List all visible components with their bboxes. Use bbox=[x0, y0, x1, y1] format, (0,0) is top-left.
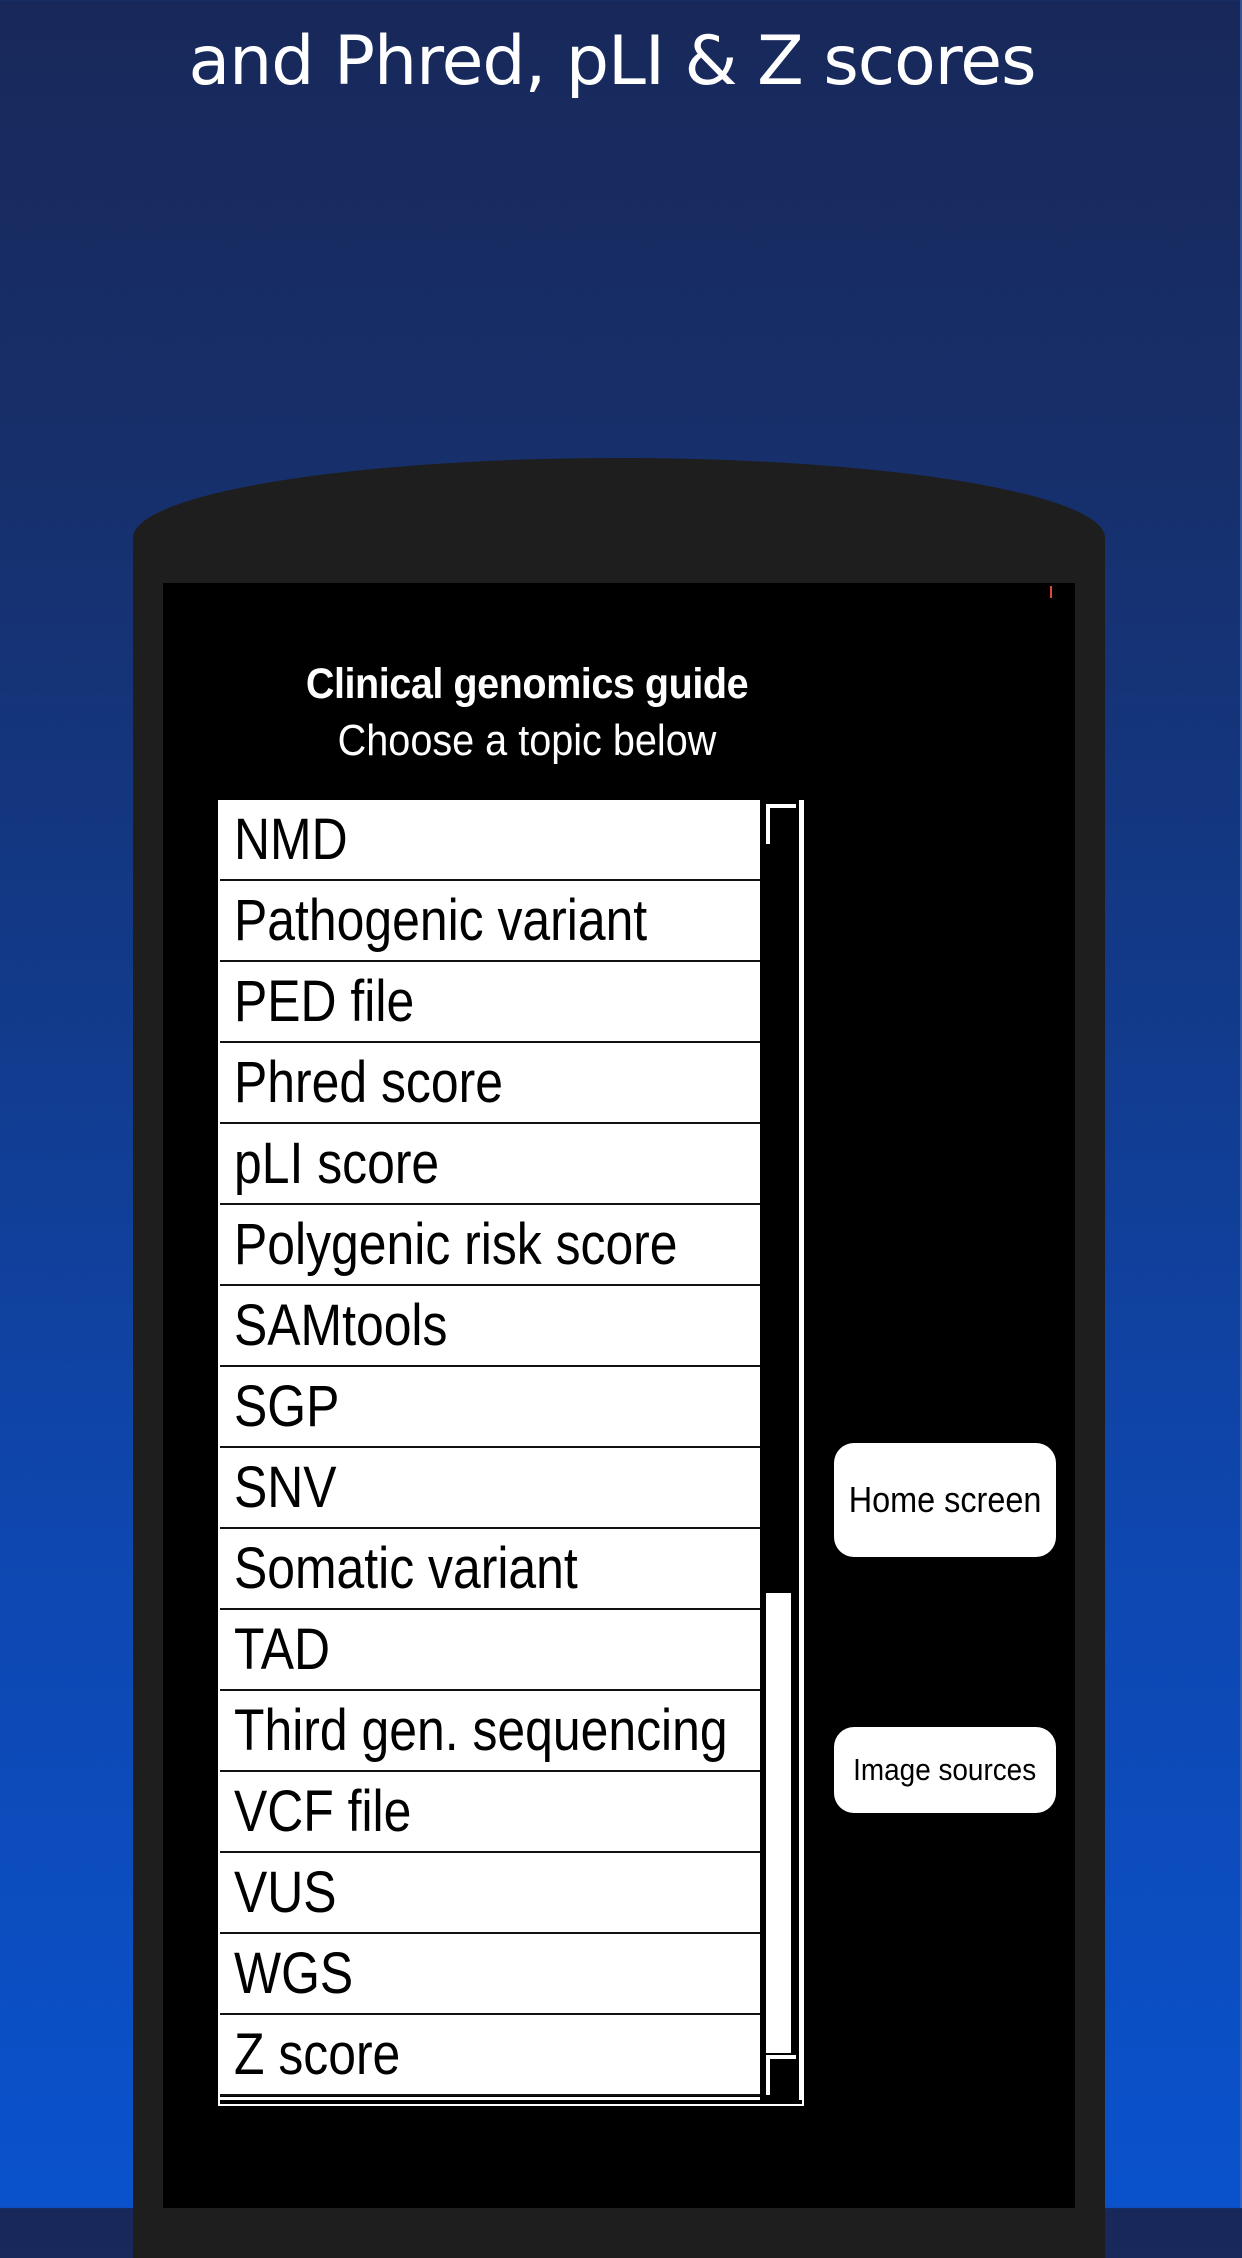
topic-listbox[interactable]: NMD Pathogenic variant PED file Phred score… bbox=[218, 800, 804, 2106]
topic-list-item[interactable]: Third gen. sequencing bbox=[220, 1691, 760, 1772]
topic-label: PED file bbox=[234, 969, 415, 1034]
home-screen-button-label: Home screen bbox=[848, 1479, 1042, 1520]
topic-label: SAMtools bbox=[234, 1293, 448, 1358]
topic-list-item[interactable]: VUS bbox=[220, 1853, 760, 1934]
status-indicator bbox=[1050, 586, 1052, 598]
scroll-down-arrow-icon[interactable] bbox=[766, 2055, 796, 2095]
topic-label: WGS bbox=[234, 1941, 354, 2006]
topic-list-item[interactable]: SNV bbox=[220, 1448, 760, 1529]
topic-label: VCF file bbox=[234, 1779, 412, 1844]
topic-list-item[interactable]: Z score bbox=[220, 2015, 760, 2096]
home-screen-button[interactable]: Home screen bbox=[834, 1443, 1056, 1557]
topic-label: Z score bbox=[234, 2022, 401, 2087]
scroll-thumb[interactable] bbox=[766, 1593, 796, 2053]
topic-list-item[interactable]: VCF file bbox=[220, 1772, 760, 1853]
topic-list-item[interactable]: Polygenic risk score bbox=[220, 1205, 760, 1286]
topic-label: VUS bbox=[234, 1860, 337, 1925]
app-subtitle: Choose a topic below bbox=[337, 716, 717, 765]
scrollbar[interactable] bbox=[762, 800, 802, 2100]
topic-label: Pathogenic variant bbox=[234, 888, 648, 953]
topic-list-item[interactable]: Somatic variant bbox=[220, 1529, 760, 1610]
topic-label: SGP bbox=[234, 1374, 340, 1439]
scroll-up-arrow-icon[interactable] bbox=[766, 804, 796, 844]
topic-list-item[interactable]: TAD bbox=[220, 1610, 760, 1691]
list-bottom-border bbox=[220, 2097, 760, 2100]
topic-label: Third gen. sequencing bbox=[234, 1698, 728, 1763]
topic-list-item[interactable]: NMD bbox=[220, 800, 760, 881]
topic-label: Somatic variant bbox=[234, 1536, 578, 1601]
topic-label: SNV bbox=[234, 1455, 337, 1520]
topic-list: NMD Pathogenic variant PED file Phred score… bbox=[220, 800, 760, 2096]
topic-list-item[interactable]: pLI score bbox=[220, 1124, 760, 1205]
image-sources-button[interactable]: Image sources bbox=[834, 1727, 1056, 1813]
topic-label: NMD bbox=[234, 807, 348, 872]
topic-list-item[interactable]: Phred score bbox=[220, 1043, 760, 1124]
topic-label: TAD bbox=[234, 1617, 331, 1682]
app-title: Clinical genomics guide bbox=[305, 660, 749, 708]
promo-title: and Phred, pLI & Z scores bbox=[188, 22, 1036, 101]
topic-label: pLI score bbox=[234, 1131, 440, 1196]
image-sources-button-label: Image sources bbox=[853, 1752, 1037, 1787]
topic-list-item[interactable]: Pathogenic variant bbox=[220, 881, 760, 962]
topic-list-item[interactable]: PED file bbox=[220, 962, 760, 1043]
topic-label: Phred score bbox=[234, 1050, 503, 1115]
topic-list-item[interactable]: SAMtools bbox=[220, 1286, 760, 1367]
topic-label: Polygenic risk score bbox=[234, 1212, 678, 1277]
topic-list-item[interactable]: WGS bbox=[220, 1934, 760, 2015]
topic-list-item[interactable]: SGP bbox=[220, 1367, 760, 1448]
